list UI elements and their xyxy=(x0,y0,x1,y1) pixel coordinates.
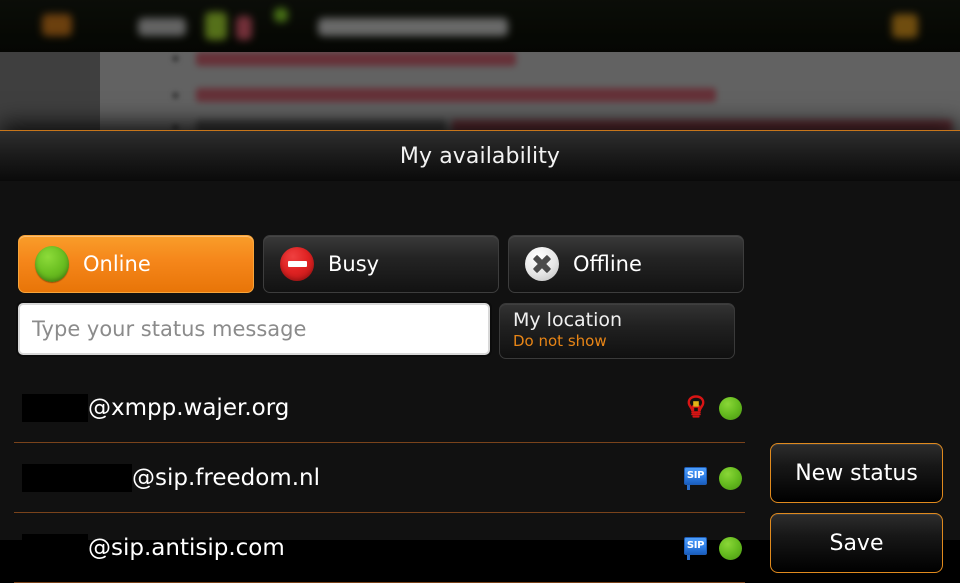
jabber-icon xyxy=(685,395,707,421)
dialog-body: Online Busy Offline My location Do not s… xyxy=(0,181,960,583)
account-username-redacted xyxy=(22,464,132,492)
online-dot-icon xyxy=(719,396,742,420)
my-location-title: My location xyxy=(513,309,623,331)
online-status-icon xyxy=(35,246,69,282)
dialog-actions: New status Save xyxy=(770,443,943,573)
dialog-header: My availability xyxy=(0,131,960,181)
new-status-button[interactable]: New status xyxy=(770,443,943,503)
account-username-redacted xyxy=(22,534,88,562)
dialog-title: My availability xyxy=(399,143,561,169)
availability-option-online[interactable]: Online xyxy=(18,235,254,293)
availability-option-offline[interactable]: Offline xyxy=(508,235,744,293)
account-list: @xmpp.wajer.org @sip.freedom.nl SIP @sip… xyxy=(0,373,748,583)
sip-icon: SIP xyxy=(684,466,707,490)
account-row[interactable]: @xmpp.wajer.org xyxy=(0,373,748,443)
account-domain: @xmpp.wajer.org xyxy=(88,395,290,421)
availability-option-busy[interactable]: Busy xyxy=(263,235,499,293)
online-dot-icon xyxy=(719,466,742,490)
availability-option-label: Offline xyxy=(573,252,642,276)
account-domain: @sip.antisip.com xyxy=(88,535,285,561)
availability-option-label: Busy xyxy=(328,252,380,276)
busy-status-icon xyxy=(280,247,314,281)
account-domain: @sip.freedom.nl xyxy=(132,465,320,491)
availability-options: Online Busy Offline xyxy=(18,235,744,293)
my-availability-dialog: My availability Online Busy Offline My l… xyxy=(0,130,960,583)
account-username-redacted xyxy=(22,394,88,422)
availability-option-label: Online xyxy=(83,252,151,276)
my-location-value: Do not show xyxy=(513,332,607,350)
sip-icon-label: SIP xyxy=(684,466,707,485)
my-location-button[interactable]: My location Do not show xyxy=(499,303,735,359)
offline-status-icon xyxy=(525,247,559,281)
save-button[interactable]: Save xyxy=(770,513,943,573)
status-and-location-row: My location Do not show xyxy=(18,303,735,359)
sip-icon-label: SIP xyxy=(684,536,707,555)
account-row[interactable]: @sip.freedom.nl SIP xyxy=(0,443,748,513)
status-message-input[interactable] xyxy=(18,303,490,355)
account-row[interactable]: @sip.antisip.com SIP xyxy=(0,513,748,583)
account-icons: SIP xyxy=(684,466,742,490)
account-icons xyxy=(685,395,742,421)
